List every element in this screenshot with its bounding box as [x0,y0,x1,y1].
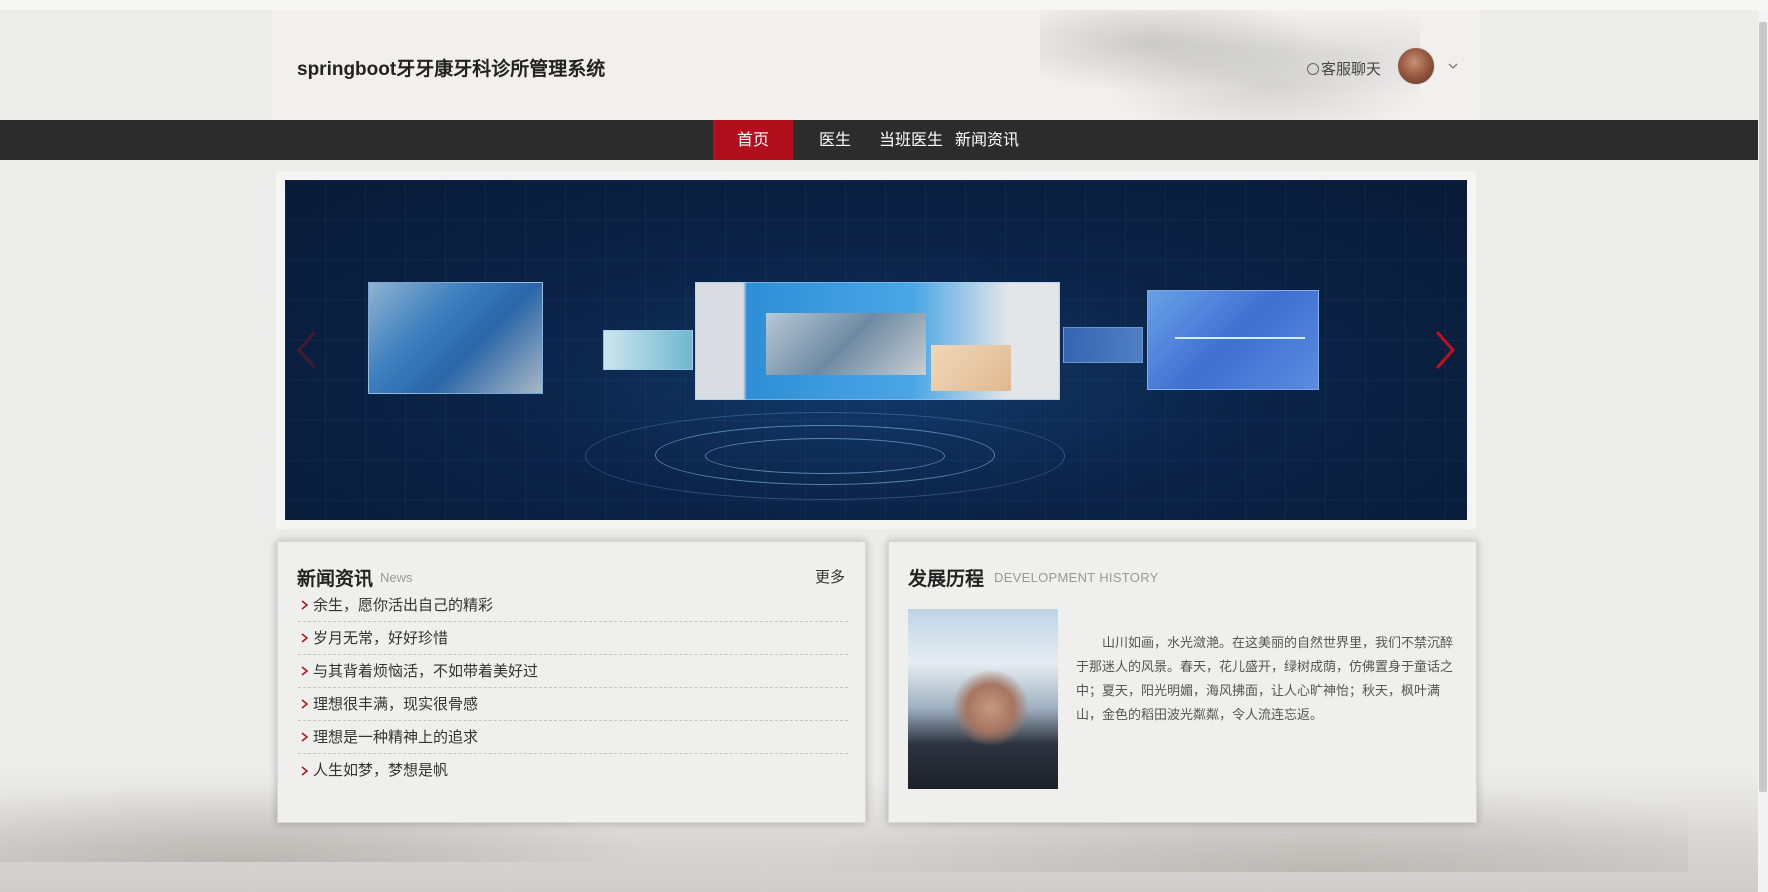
news-list-item[interactable]: 人生如梦，梦想是帆 [298,754,848,787]
banner-screen-strip [1063,327,1143,363]
chevron-left-icon[interactable] [295,330,319,370]
customer-service-chat-link[interactable]: 客服聊天 [1307,58,1381,79]
news-item-title: 与其背着烦恼活，不如带着美好过 [313,661,539,680]
news-item-title: 理想是一种精神上的追求 [313,727,479,746]
history-panel-subtitle: DEVELOPMENT HISTORY [994,570,1159,585]
news-list: 余生，愿你活出自己的精彩 岁月无常，好好珍惜 与其背着烦恼活，不如带着美好过 理… [298,589,848,787]
background-mountain-wash [0,772,1768,892]
news-list-item[interactable]: 理想很丰满，现实很骨感 [298,688,848,721]
chevron-right-icon [301,699,309,709]
news-list-item[interactable]: 余生，愿你活出自己的精彩 [298,589,848,622]
banner-screen-doctor [368,282,543,394]
chevron-right-icon [301,633,309,643]
chevron-right-icon [301,765,309,776]
news-item-title: 岁月无常，好好珍惜 [313,628,449,647]
history-team-photo [908,609,1058,789]
nav-item-home[interactable]: 首页 [713,120,793,160]
banner-ring-inner [705,438,945,474]
user-avatar[interactable] [1397,47,1435,85]
banner-heartbeat-line [1175,337,1305,339]
chat-icon [1307,62,1319,75]
news-panel-subtitle: News [380,570,413,585]
banner-screen-small [603,330,693,370]
banner-screen-medical [1147,290,1319,390]
development-history-panel: 发展历程 DEVELOPMENT HISTORY 山川如画，水光潋滟。在这美丽的… [888,541,1477,823]
banner-screen-center-team [931,345,1011,391]
news-list-item[interactable]: 理想是一种精神上的追求 [298,721,848,754]
main-nav: 首页 医生 当班医生 新闻资讯 [0,120,1758,160]
chevron-down-icon[interactable] [1447,60,1459,72]
news-panel: 新闻资讯 News 更多 余生，愿你活出自己的精彩 岁月无常，好好珍惜 与其背着… [277,541,866,823]
page-scrollbar[interactable] [1758,10,1768,892]
nav-item-doctors[interactable]: 医生 [807,120,863,160]
chevron-right-icon [301,732,309,742]
chevron-right-icon [301,666,309,676]
chevron-right-icon [301,600,309,610]
banner-screen-center-photo [766,313,926,375]
chevron-right-icon[interactable] [1433,330,1457,370]
nav-items: 首页 医生 当班医生 新闻资讯 [713,120,1025,160]
news-item-title: 人生如梦，梦想是帆 [313,761,449,779]
history-panel-title: 发展历程 [908,569,985,590]
banner-carousel [276,171,1476,529]
nav-item-news[interactable]: 新闻资讯 [949,120,1025,160]
scrollbar-thumb[interactable] [1759,22,1767,792]
history-description: 山川如画，水光潋滟。在这美丽的自然世界里，我们不禁沉醉于那迷人的风景。春天，花儿… [1076,636,1454,723]
news-item-title: 余生，愿你活出自己的精彩 [313,595,494,614]
nav-item-on-duty-doctors[interactable]: 当班医生 [873,120,949,160]
news-more-link[interactable]: 更多 [815,566,845,587]
news-list-item[interactable]: 岁月无常，好好珍惜 [298,622,848,655]
banner-screen-center [695,282,1060,400]
news-panel-title: 新闻资讯 [297,569,374,590]
site-title: springboot牙牙康牙科诊所管理系统 [297,59,606,80]
news-list-item[interactable]: 与其背着烦恼活，不如带着美好过 [298,655,848,688]
chat-label: 客服聊天 [1321,60,1382,78]
news-item-title: 理想很丰满，现实很骨感 [313,694,479,713]
site-header: springboot牙牙康牙科诊所管理系统 客服聊天 [272,10,1480,120]
banner-slide-image[interactable] [285,180,1467,520]
top-strip [0,0,1768,10]
